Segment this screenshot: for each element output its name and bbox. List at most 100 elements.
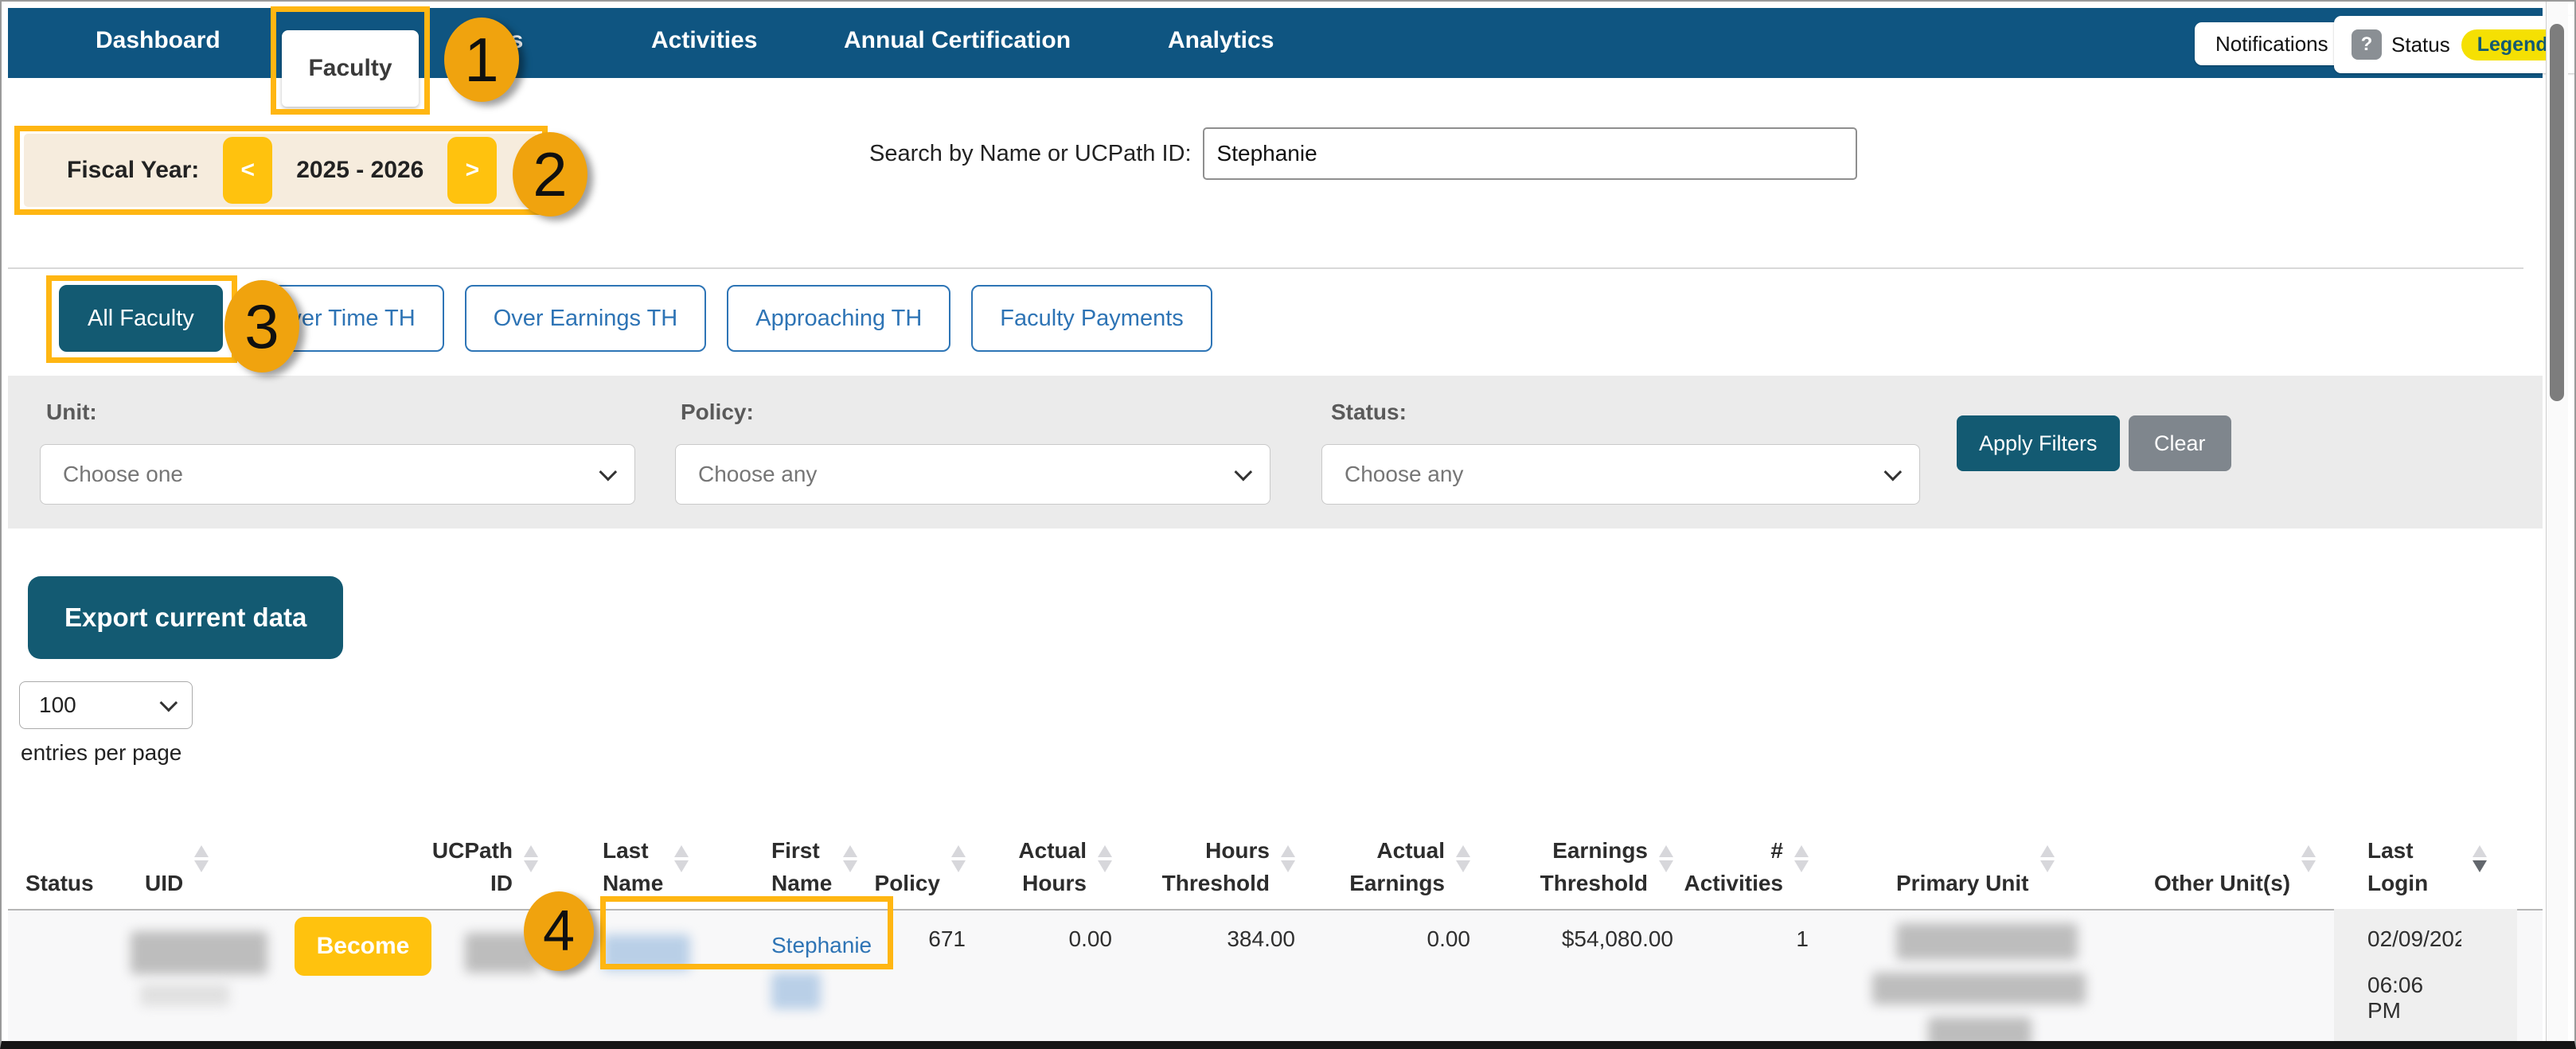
- status-filter-select[interactable]: Choose any: [1321, 444, 1920, 505]
- fiscal-year-panel: Fiscal Year: < 2025 - 2026 >: [24, 134, 538, 207]
- filter-bar: Unit: Choose one Policy: Choose any Stat…: [8, 376, 2543, 528]
- column-header-last-login-sort[interactable]: [2461, 786, 2517, 904]
- export-current-data-button[interactable]: Export current data: [28, 576, 343, 659]
- sort-icon: [1281, 845, 1295, 872]
- vertical-scrollbar-thumb[interactable]: [2550, 24, 2564, 401]
- policy-filter-select[interactable]: Choose any: [675, 444, 1270, 505]
- unit-filter-value: Choose one: [63, 462, 183, 487]
- cell-actual-earnings: 0.00: [1319, 911, 1506, 1044]
- column-header-other-units[interactable]: Other Unit(s): [2151, 786, 2334, 904]
- annotation-callout-3: 3: [224, 280, 299, 372]
- status-legend-button[interactable]: ? Status Legend: [2334, 16, 2576, 73]
- page-size-value: 100: [39, 692, 76, 718]
- nav-item-analytics[interactable]: Analytics: [1168, 27, 1274, 54]
- annotation-callout-1: 1: [444, 18, 519, 102]
- column-header-uid[interactable]: UID: [145, 786, 288, 904]
- sort-icon: [1794, 845, 1809, 872]
- column-header-last-login[interactable]: Last Login: [2334, 786, 2461, 904]
- column-header-actual-earnings[interactable]: Actual Earnings: [1319, 786, 1506, 904]
- redacted-last-name-link[interactable]: [603, 934, 690, 971]
- nav-item-activities[interactable]: Activities: [651, 27, 757, 54]
- cell-primary-unit: [1840, 911, 2151, 1044]
- sort-icon: [2040, 845, 2055, 872]
- status-filter-label: Status:: [1331, 400, 1407, 425]
- last-login-time: 06:06 PM: [2367, 973, 2461, 1024]
- tab-faculty-payments[interactable]: Faculty Payments: [971, 285, 1212, 352]
- entries-per-page-label: entries per page: [21, 740, 181, 766]
- column-header-first-name[interactable]: First Name: [754, 786, 885, 904]
- tab-over-earnings-th[interactable]: Over Earnings TH: [465, 285, 707, 352]
- nav-item-faculty-active-tab[interactable]: Faculty: [282, 30, 419, 107]
- cell-hours-threshold: 384.00: [1136, 911, 1319, 1044]
- sort-icon: [194, 845, 209, 872]
- search-label: Search by Name or UCPath ID:: [869, 141, 1192, 167]
- fiscal-year-prev-button[interactable]: <: [223, 137, 272, 204]
- redacted-primary-unit-line1: [1896, 923, 2078, 960]
- column-header-activities-count[interactable]: # Activities: [1681, 786, 1840, 904]
- annotation-callout-2: 2: [513, 132, 587, 216]
- redacted-primary-unit-line3: [1928, 1017, 2032, 1049]
- column-header-hours-threshold[interactable]: Hours Threshold: [1136, 786, 1319, 904]
- chevron-down-icon: [1884, 463, 1903, 482]
- unit-filter-label: Unit:: [46, 400, 97, 425]
- last-login-date: 02/09/2026: [2367, 926, 2461, 952]
- chevron-down-icon: [160, 694, 178, 712]
- column-header-earnings-threshold[interactable]: Earnings Threshold: [1506, 786, 1681, 904]
- search-input[interactable]: [1203, 127, 1857, 180]
- vertical-scrollbar-track[interactable]: [2546, 2, 2568, 1041]
- clear-filters-button[interactable]: Clear: [2129, 415, 2231, 471]
- fiscal-year-next-button[interactable]: >: [447, 137, 497, 204]
- app-window: Dashboard ms Activities Annual Certifica…: [0, 0, 2576, 1049]
- nav-item-dashboard[interactable]: Dashboard: [96, 27, 221, 54]
- annotation-callout-4: 4: [524, 891, 594, 971]
- chevron-down-icon: [599, 463, 618, 482]
- column-header-ucpath-id[interactable]: UCPath ID: [447, 786, 551, 904]
- redacted-uid: [131, 931, 267, 974]
- cell-status: [25, 911, 145, 1044]
- apply-filters-button[interactable]: Apply Filters: [1957, 415, 2120, 471]
- redacted-uid-secondary: [140, 984, 229, 1006]
- first-name-link[interactable]: Stephanie: [771, 933, 872, 957]
- cell-activities-count: 1: [1681, 911, 1840, 1044]
- sort-icon: [1456, 845, 1470, 872]
- fiscal-year-label: Fiscal Year:: [67, 157, 199, 184]
- column-header-last-name[interactable]: Last Name: [551, 786, 754, 904]
- cell-other-units: [2151, 911, 2334, 1044]
- nav-item-annual-certification[interactable]: Annual Certification: [844, 27, 1071, 54]
- cell-last-login: 02/09/2026 06:06 PM: [2334, 909, 2461, 1043]
- column-header-become: [288, 786, 447, 904]
- policy-filter-value: Choose any: [698, 462, 817, 487]
- unit-filter-select[interactable]: Choose one: [40, 444, 635, 505]
- search-section: Search by Name or UCPath ID:: [869, 127, 1857, 180]
- column-header-policy[interactable]: Policy: [885, 786, 993, 904]
- section-divider: [8, 267, 2523, 269]
- redacted-primary-unit-line2: [1872, 973, 2086, 1004]
- sort-desc-icon: [2473, 845, 2487, 872]
- help-icon: ?: [2352, 29, 2382, 60]
- column-header-actual-hours[interactable]: Actual Hours: [993, 786, 1136, 904]
- cell-earnings-threshold: $54,080.00: [1506, 911, 1681, 1044]
- column-header-status: Status: [25, 786, 145, 904]
- cell-last-login-pad: [2461, 909, 2517, 1043]
- sort-icon: [524, 845, 538, 872]
- cell-actual-hours: 0.00: [993, 911, 1136, 1044]
- tab-all-faculty[interactable]: All Faculty: [59, 285, 223, 352]
- tab-approaching-th[interactable]: Approaching TH: [727, 285, 950, 352]
- status-button-label: Status: [2391, 33, 2450, 57]
- cell-uid: [145, 911, 288, 1044]
- cell-first-name: Stephanie: [754, 911, 885, 1044]
- redacted-name-secondary: [771, 973, 821, 1009]
- faculty-table-header: Status UID UCPath ID Last Name First Nam…: [25, 786, 2517, 904]
- sort-icon: [2301, 845, 2316, 872]
- sort-icon: [674, 845, 689, 872]
- cell-become: Become: [288, 911, 447, 1044]
- sort-icon: [1098, 845, 1112, 872]
- policy-filter-label: Policy:: [681, 400, 754, 425]
- notifications-button[interactable]: Notifications: [2195, 22, 2349, 65]
- page-size-select[interactable]: 100: [19, 681, 193, 729]
- column-header-primary-unit[interactable]: Primary Unit: [1840, 786, 2151, 904]
- fiscal-year-value: 2025 - 2026: [296, 157, 423, 184]
- become-button[interactable]: Become: [295, 917, 431, 976]
- table-row: Become Stephanie 671 0.00 384.00 0.00 $5…: [8, 909, 2543, 1044]
- sort-icon: [951, 845, 966, 872]
